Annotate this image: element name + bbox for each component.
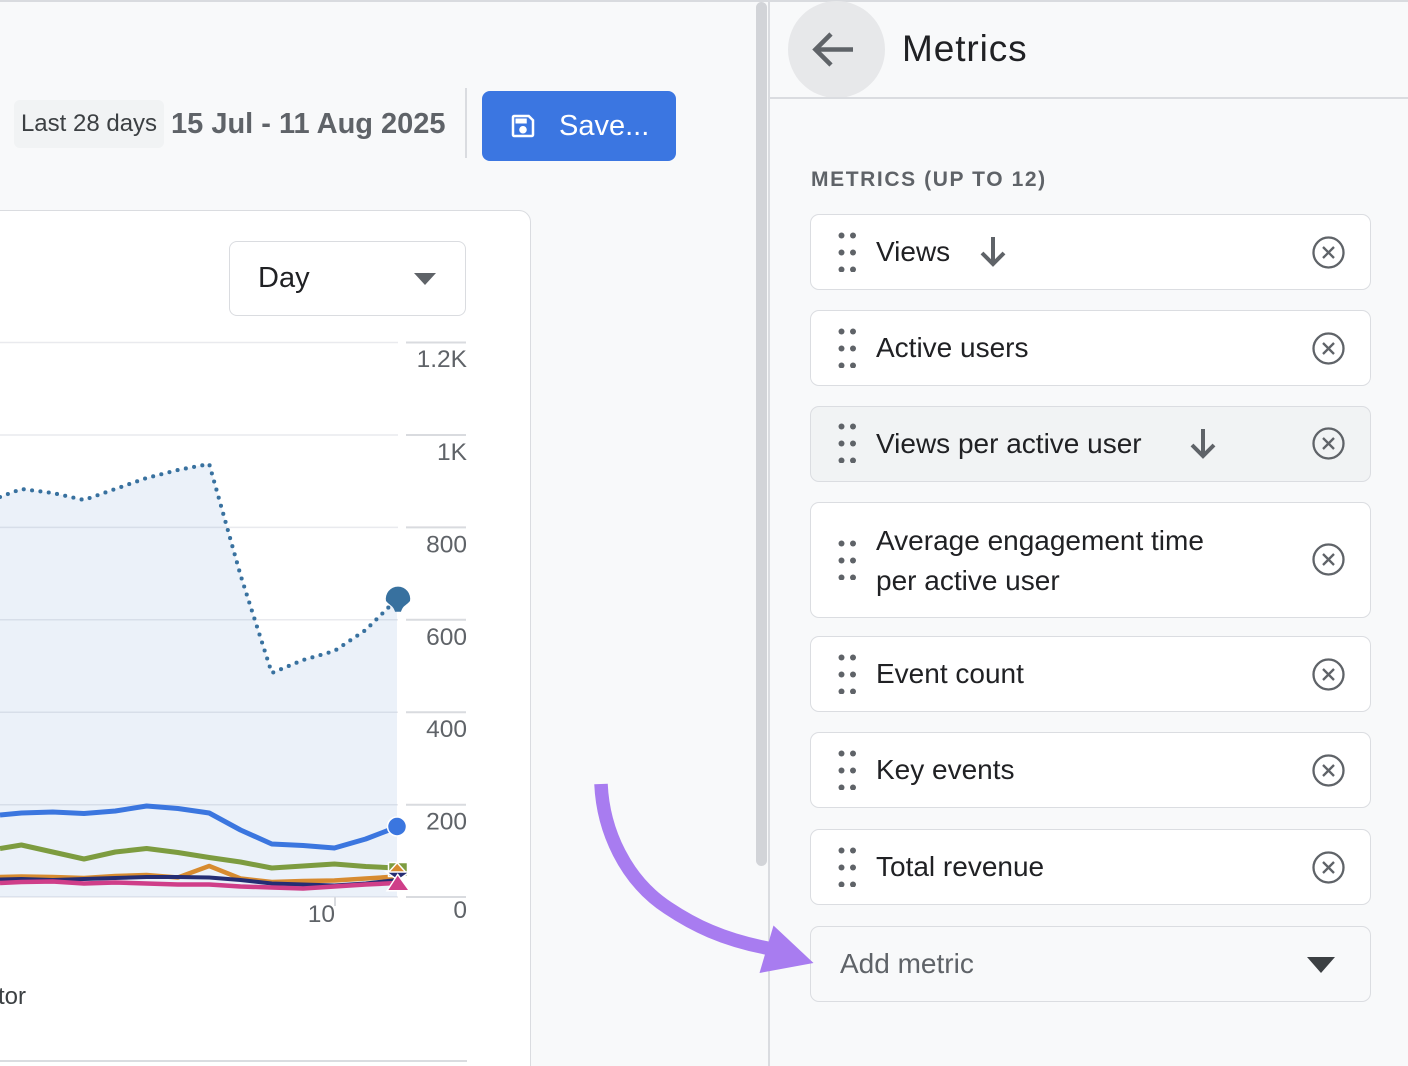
svg-text:1.2K: 1.2K bbox=[417, 346, 468, 373]
svg-text:1K: 1K bbox=[437, 439, 468, 466]
svg-text:600: 600 bbox=[426, 624, 467, 651]
svg-text:200: 200 bbox=[426, 809, 467, 836]
svg-text:10: 10 bbox=[308, 901, 335, 928]
svg-text:800: 800 bbox=[426, 532, 467, 559]
svg-text:400: 400 bbox=[426, 716, 467, 743]
svg-text:0: 0 bbox=[453, 897, 467, 924]
